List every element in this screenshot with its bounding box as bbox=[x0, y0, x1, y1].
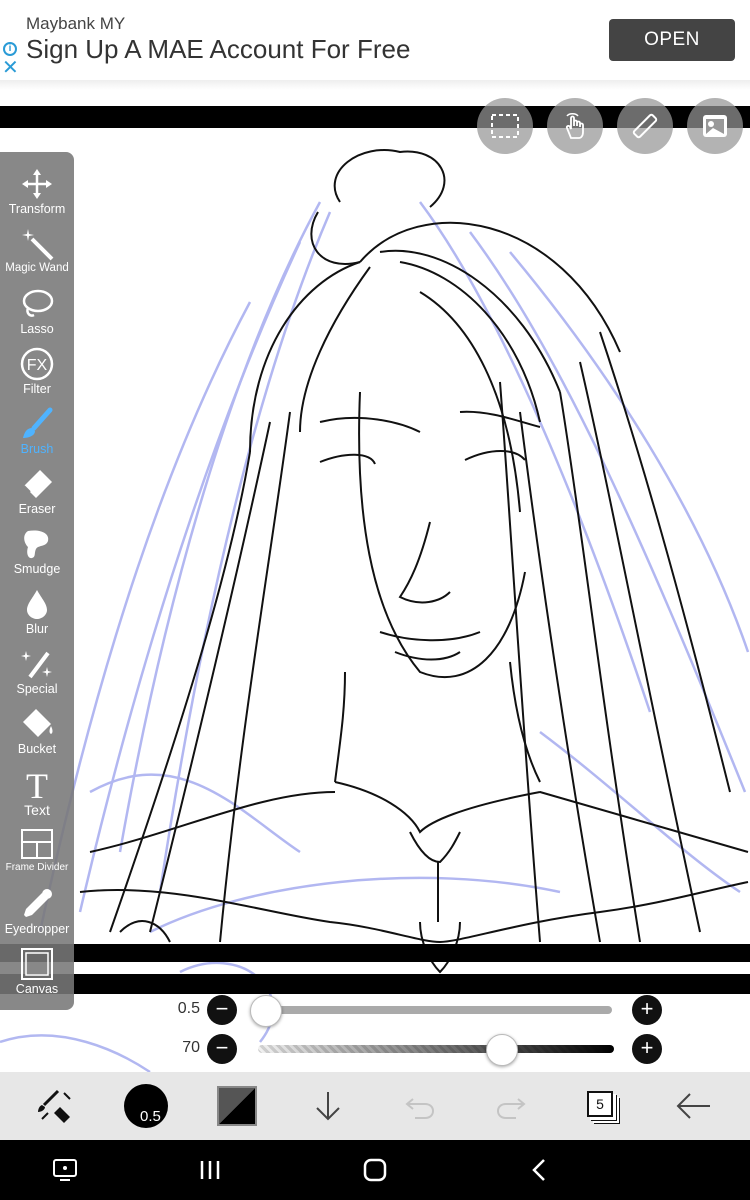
frame-divider-icon bbox=[19, 826, 55, 862]
brush-size-slider-row: 0.5 − + bbox=[0, 992, 750, 1032]
tool-label: Bucket bbox=[17, 742, 57, 756]
canvas-icon bbox=[19, 946, 55, 982]
recents-icon bbox=[200, 1161, 220, 1179]
tool-label: Frame Divider bbox=[5, 862, 69, 873]
arrow-left-icon bbox=[676, 1093, 710, 1119]
bucket-icon bbox=[19, 706, 55, 742]
tool-frame-divider[interactable]: Frame Divider bbox=[0, 816, 74, 876]
undo-icon bbox=[405, 1098, 435, 1119]
info-icon[interactable]: i bbox=[3, 42, 17, 56]
brush-eraser-switch-icon bbox=[38, 1089, 71, 1123]
brush-size-label: 0.5 bbox=[140, 1108, 161, 1125]
smudge-icon bbox=[19, 526, 55, 562]
brush-size-value: 0.5 bbox=[177, 1000, 200, 1017]
svg-text:FX: FX bbox=[27, 357, 48, 374]
tool-label: Blur bbox=[25, 622, 49, 636]
tool-eyedropper[interactable]: Eyedropper bbox=[0, 876, 74, 936]
opacity-decrease-button[interactable]: − bbox=[207, 1034, 237, 1064]
tool-brush[interactable]: Brush bbox=[0, 396, 74, 456]
opacity-track[interactable] bbox=[258, 1045, 614, 1053]
brush-size-knob[interactable] bbox=[250, 995, 282, 1027]
ad-banner[interactable]: i ✕ Maybank MY Sign Up A MAE Account For… bbox=[0, 0, 750, 80]
arrow-down-icon bbox=[316, 1092, 340, 1121]
ruler-button[interactable] bbox=[617, 98, 673, 154]
brush-icon bbox=[19, 406, 55, 442]
tool-canvas[interactable]: Canvas bbox=[0, 936, 74, 996]
text-icon: T bbox=[19, 766, 55, 802]
ruler-icon bbox=[632, 113, 658, 139]
tool-magic-wand[interactable]: Magic Wand bbox=[0, 216, 74, 276]
tool-label: Lasso bbox=[20, 322, 54, 336]
tool-transform[interactable]: Transform bbox=[0, 156, 74, 216]
tool-smudge[interactable]: Smudge bbox=[0, 516, 74, 576]
ad-title[interactable]: Sign Up A MAE Account For Free bbox=[26, 34, 410, 65]
ad-sponsor: Maybank MY bbox=[26, 14, 126, 33]
brush-size-decrease-button[interactable]: − bbox=[207, 995, 237, 1025]
back-button[interactable] bbox=[668, 1072, 718, 1140]
tool-bucket[interactable]: Bucket bbox=[0, 696, 74, 756]
system-back-button[interactable] bbox=[510, 1140, 570, 1200]
ad-divider bbox=[0, 80, 750, 90]
tool-filter[interactable]: FX Filter bbox=[0, 336, 74, 396]
svg-text:T: T bbox=[26, 767, 48, 801]
brush-size-track[interactable] bbox=[258, 1006, 612, 1014]
layer-down-button[interactable] bbox=[303, 1072, 353, 1140]
fx-icon: FX bbox=[19, 346, 55, 382]
close-icon[interactable]: ✕ bbox=[2, 58, 19, 78]
artwork bbox=[0, 149, 750, 1072]
tool-blur[interactable]: Blur bbox=[0, 576, 74, 636]
material-icon bbox=[703, 115, 727, 137]
tool-label: Magic Wand bbox=[5, 262, 69, 274]
magic-wand-icon bbox=[19, 226, 55, 262]
frame-border-bottom-outer bbox=[0, 974, 750, 994]
opacity-knob[interactable] bbox=[486, 1034, 518, 1066]
tool-label: Special bbox=[16, 682, 58, 696]
screen-cast-button[interactable] bbox=[35, 1140, 95, 1200]
tool-switch-button[interactable] bbox=[30, 1072, 80, 1140]
tool-eraser[interactable]: Eraser bbox=[0, 456, 74, 516]
tool-lasso[interactable]: Lasso bbox=[0, 276, 74, 336]
tool-label: Eraser bbox=[18, 502, 56, 516]
touch-button[interactable] bbox=[547, 98, 603, 154]
layers-button[interactable]: 5 bbox=[587, 1091, 613, 1117]
brush-size-increase-button[interactable]: + bbox=[632, 995, 662, 1025]
selection-icon bbox=[491, 114, 519, 138]
bottom-toolbar: 0.5 5 bbox=[0, 1072, 750, 1140]
home-icon bbox=[363, 1158, 387, 1182]
tool-label: Smudge bbox=[13, 562, 61, 576]
system-nav-bar bbox=[0, 1140, 750, 1200]
color-swatch[interactable] bbox=[217, 1086, 257, 1126]
eraser-icon bbox=[19, 466, 55, 502]
sparkle-icon bbox=[19, 646, 55, 682]
drop-icon bbox=[19, 586, 55, 622]
opacity-increase-button[interactable]: + bbox=[632, 1034, 662, 1064]
move-icon bbox=[19, 166, 55, 202]
undo-button[interactable] bbox=[395, 1072, 445, 1140]
screen-icon bbox=[53, 1159, 77, 1181]
recents-button[interactable] bbox=[180, 1140, 240, 1200]
tool-label: Brush bbox=[20, 442, 54, 456]
redo-icon bbox=[496, 1098, 526, 1119]
tool-special[interactable]: Special bbox=[0, 636, 74, 696]
frame-border-bottom bbox=[0, 944, 750, 962]
material-button[interactable] bbox=[687, 98, 743, 154]
opacity-slider-row: 70 − + bbox=[0, 1031, 750, 1071]
touch-icon bbox=[565, 113, 584, 139]
drawing-canvas[interactable] bbox=[0, 92, 750, 1072]
selection-button[interactable] bbox=[477, 98, 533, 154]
tool-label: Transform bbox=[8, 202, 66, 216]
tool-label: Eyedropper bbox=[4, 922, 70, 936]
chevron-left-icon bbox=[532, 1159, 545, 1181]
opacity-value: 70 bbox=[182, 1039, 200, 1056]
home-button[interactable] bbox=[345, 1140, 405, 1200]
lasso-icon bbox=[19, 286, 55, 322]
tool-palette: Transform Magic Wand Lasso FX Filter Bru… bbox=[0, 152, 74, 1010]
tool-text[interactable]: T Text bbox=[0, 756, 74, 818]
redo-button[interactable] bbox=[486, 1072, 536, 1140]
eyedropper-icon bbox=[19, 886, 55, 922]
ad-open-button[interactable]: OPEN bbox=[609, 19, 735, 61]
tool-label: Filter bbox=[23, 382, 51, 396]
